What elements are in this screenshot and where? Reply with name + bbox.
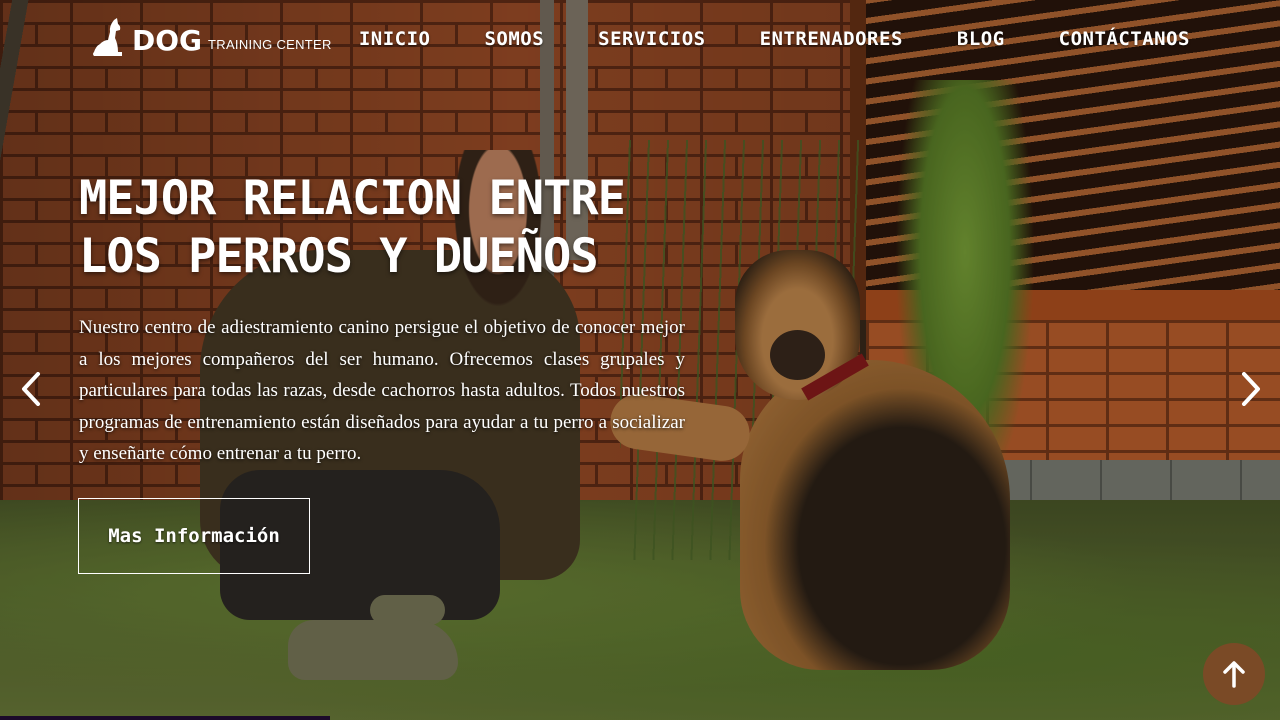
- site-header: DOG TRAINING CENTER INICIO SOMOS SERVICI…: [0, 0, 1280, 82]
- chevron-right-icon: [1242, 372, 1260, 406]
- carousel-next-button[interactable]: [1234, 372, 1264, 406]
- nav-item-blog[interactable]: BLOG: [957, 28, 1005, 50]
- carousel-prev-button[interactable]: [18, 372, 48, 406]
- main-nav: INICIO SOMOS SERVICIOS ENTRENADORES BLOG…: [359, 28, 1190, 50]
- hero-title: MEJOR RELACION ENTRE LOS PERROS Y DUEÑOS: [79, 170, 679, 286]
- arrow-up-icon: [1223, 661, 1245, 688]
- more-info-button[interactable]: Mas Información: [78, 498, 310, 574]
- nav-item-servicios[interactable]: SERVICIOS: [598, 28, 705, 50]
- logo[interactable]: DOG TRAINING CENTER: [90, 18, 332, 56]
- chevron-left-icon: [22, 372, 40, 406]
- logo-tagline: TRAINING CENTER: [208, 37, 332, 52]
- hero-description: Nuestro centro de adiestramiento canino …: [79, 317, 685, 464]
- nav-item-entrenadores[interactable]: ENTRENADORES: [760, 28, 903, 50]
- nav-item-somos[interactable]: SOMOS: [484, 28, 544, 50]
- dog-logo-icon: [93, 18, 122, 56]
- hero-title-line1: MEJOR RELACION ENTRE: [79, 171, 626, 226]
- nav-item-inicio[interactable]: INICIO: [359, 28, 431, 50]
- logo-name: DOG: [132, 24, 203, 57]
- slide-progress-bar: [0, 716, 330, 720]
- hero-title-line2: LOS PERROS Y DUEÑOS: [79, 229, 599, 284]
- scroll-to-top-button[interactable]: [1203, 643, 1265, 705]
- nav-item-contactanos[interactable]: CONTÁCTANOS: [1059, 28, 1190, 50]
